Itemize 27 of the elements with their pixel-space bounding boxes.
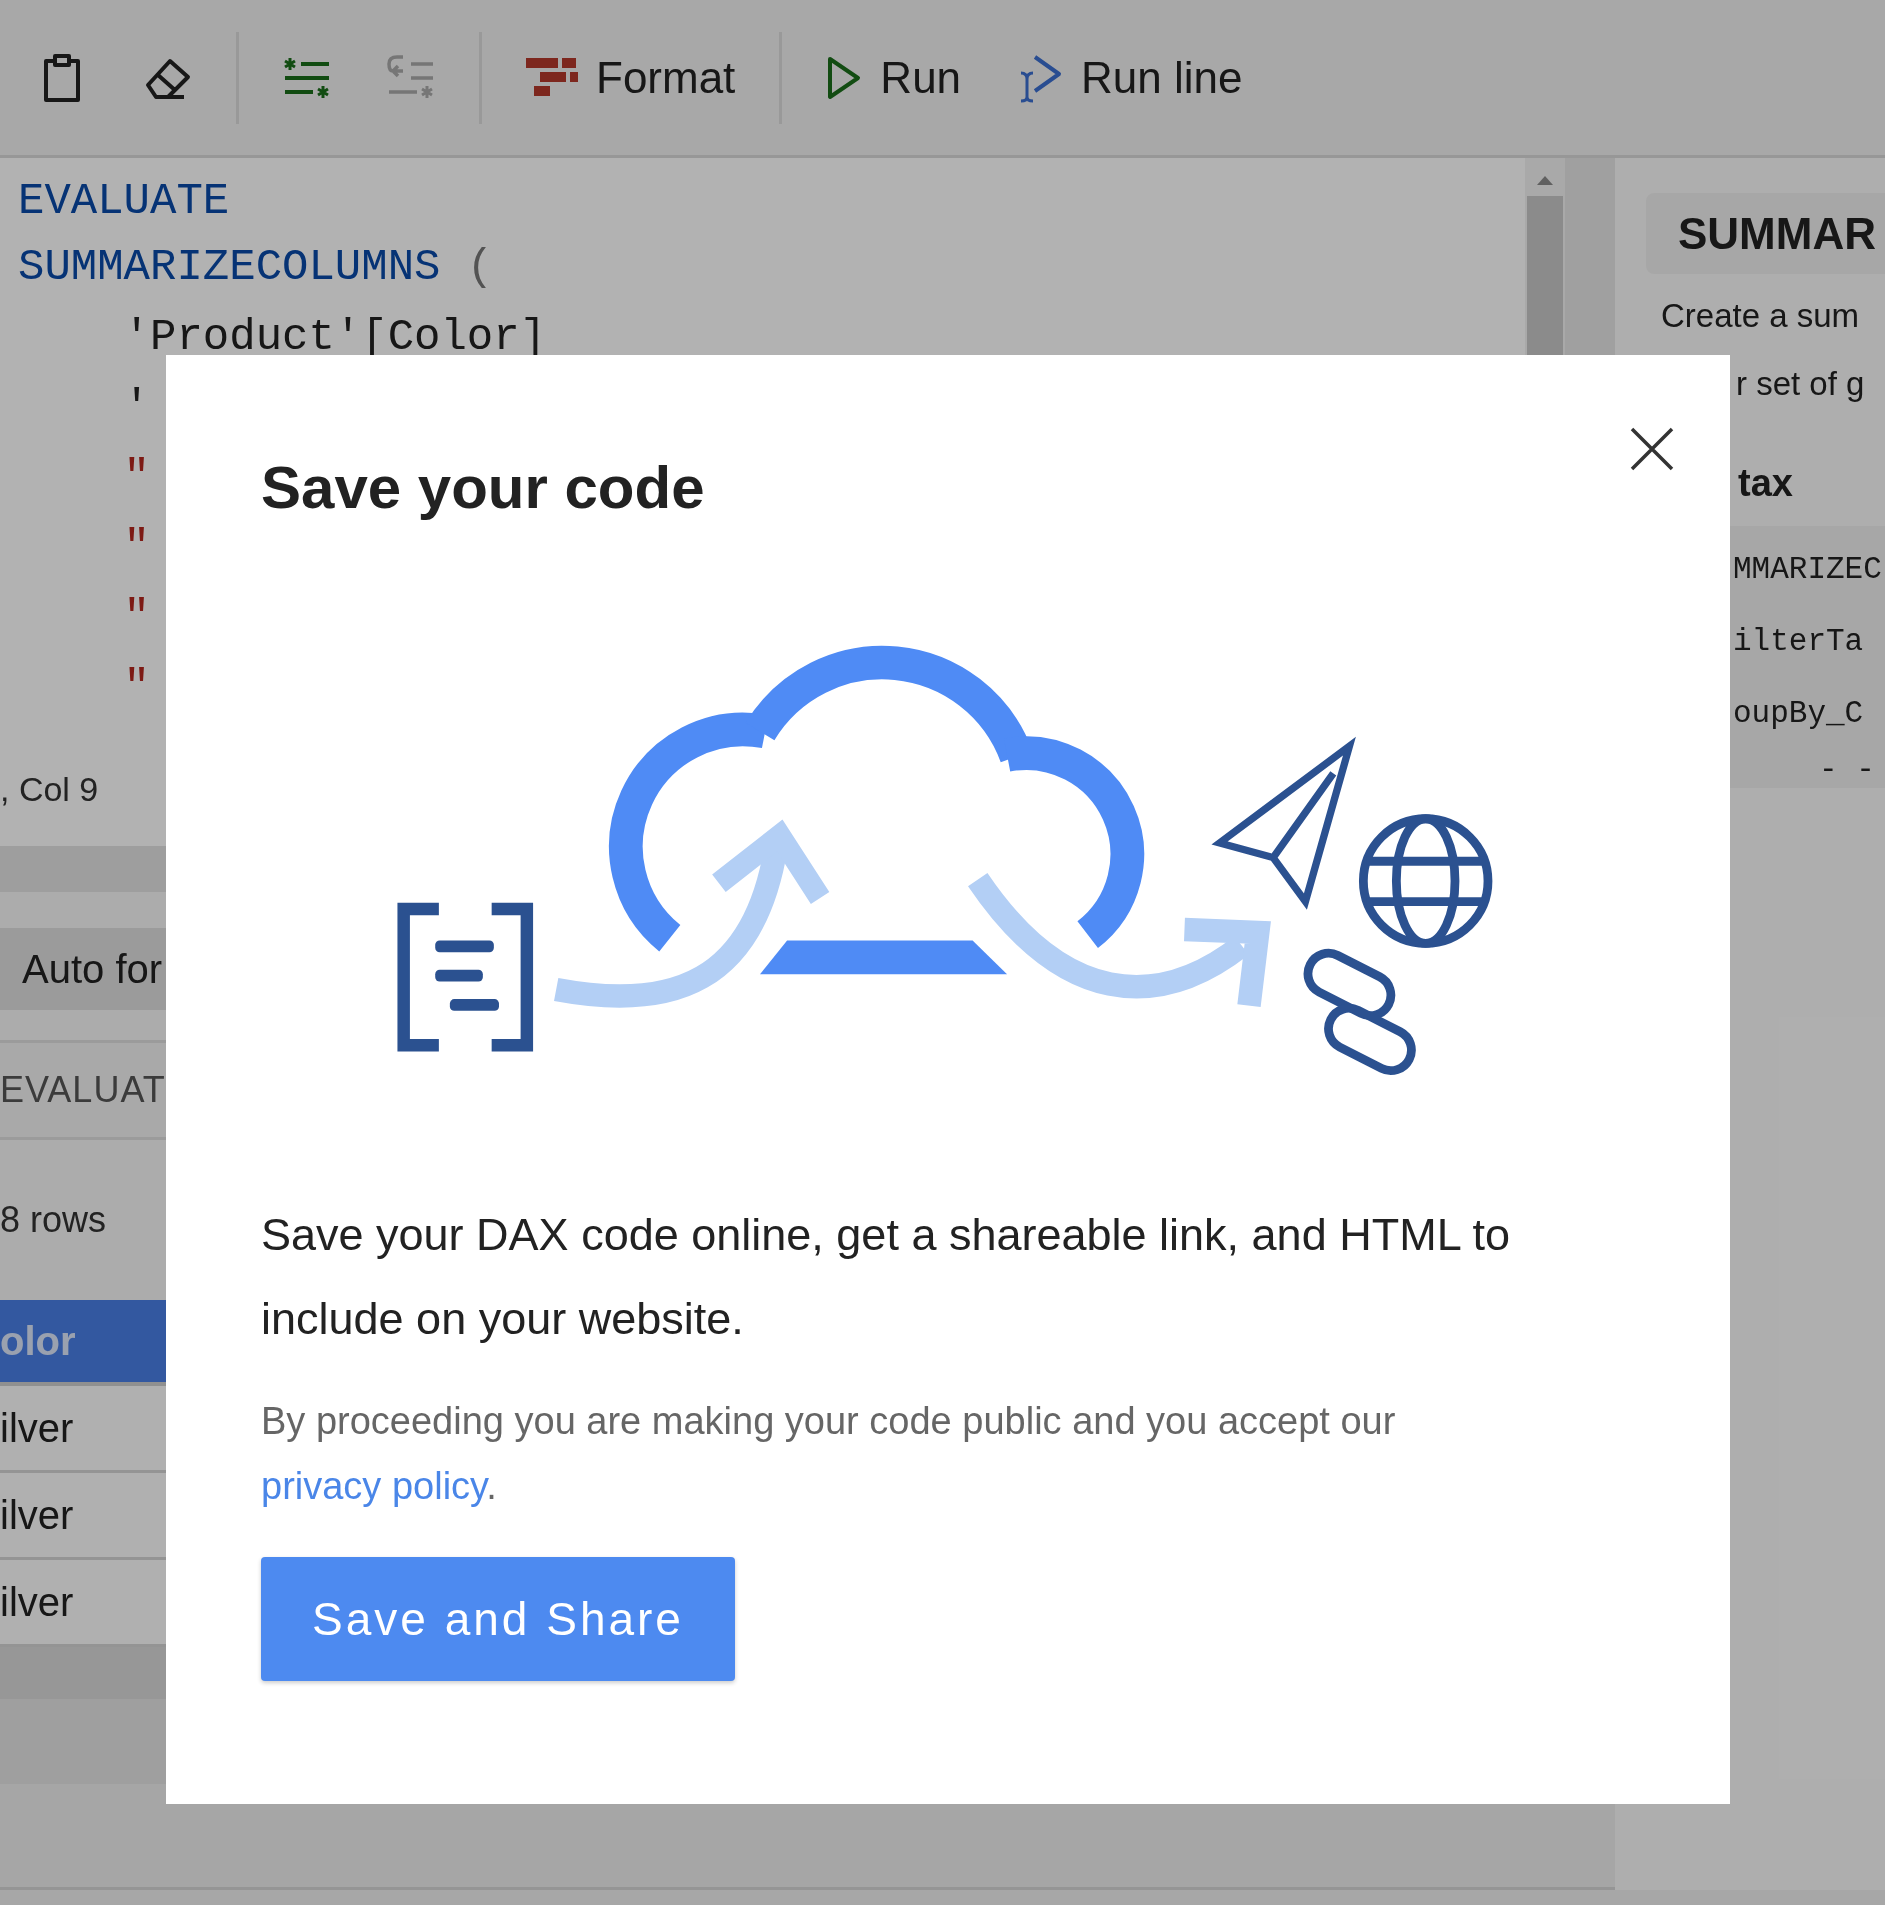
code-line: SUMMARIZECOLUMNS ( [18,241,494,294]
syntax-line: - - [1818,751,1875,788]
description-text: r set of g [1735,364,1866,404]
code-line: EVALUATE [18,175,230,228]
code-line: ' [122,381,151,434]
code-line: 'Product'[Color] [122,311,547,364]
syntax-line: ilterTa [1733,623,1864,661]
code-line: " [122,451,151,504]
toolbar-button[interactable]: Format [516,44,746,111]
scroll-up-icon[interactable] [1535,174,1555,186]
code-line: " [122,591,151,644]
description-text: Create a sum [1661,296,1861,336]
function-title: SUMMAR [1646,193,1885,274]
toolbar-button[interactable]: Run [816,44,972,111]
cursor-position: , Col 9 [0,770,99,809]
dialog-title: Save your code [261,453,706,523]
syntax-line: MMARIZEC [1733,551,1882,589]
query-text: EVALUAT [0,1069,166,1111]
toolbar-button[interactable]: Run line [1007,44,1253,111]
play-icon [826,54,863,101]
syntax-heading: tax [1737,461,1794,506]
row-count: 8 rows [0,1199,107,1241]
code-line: " [122,521,151,574]
syntax-line: oupBy_C [1733,695,1864,733]
uncomment-lines-icon [387,54,435,101]
close-icon[interactable] [1630,427,1674,471]
code-line: " [122,661,151,714]
